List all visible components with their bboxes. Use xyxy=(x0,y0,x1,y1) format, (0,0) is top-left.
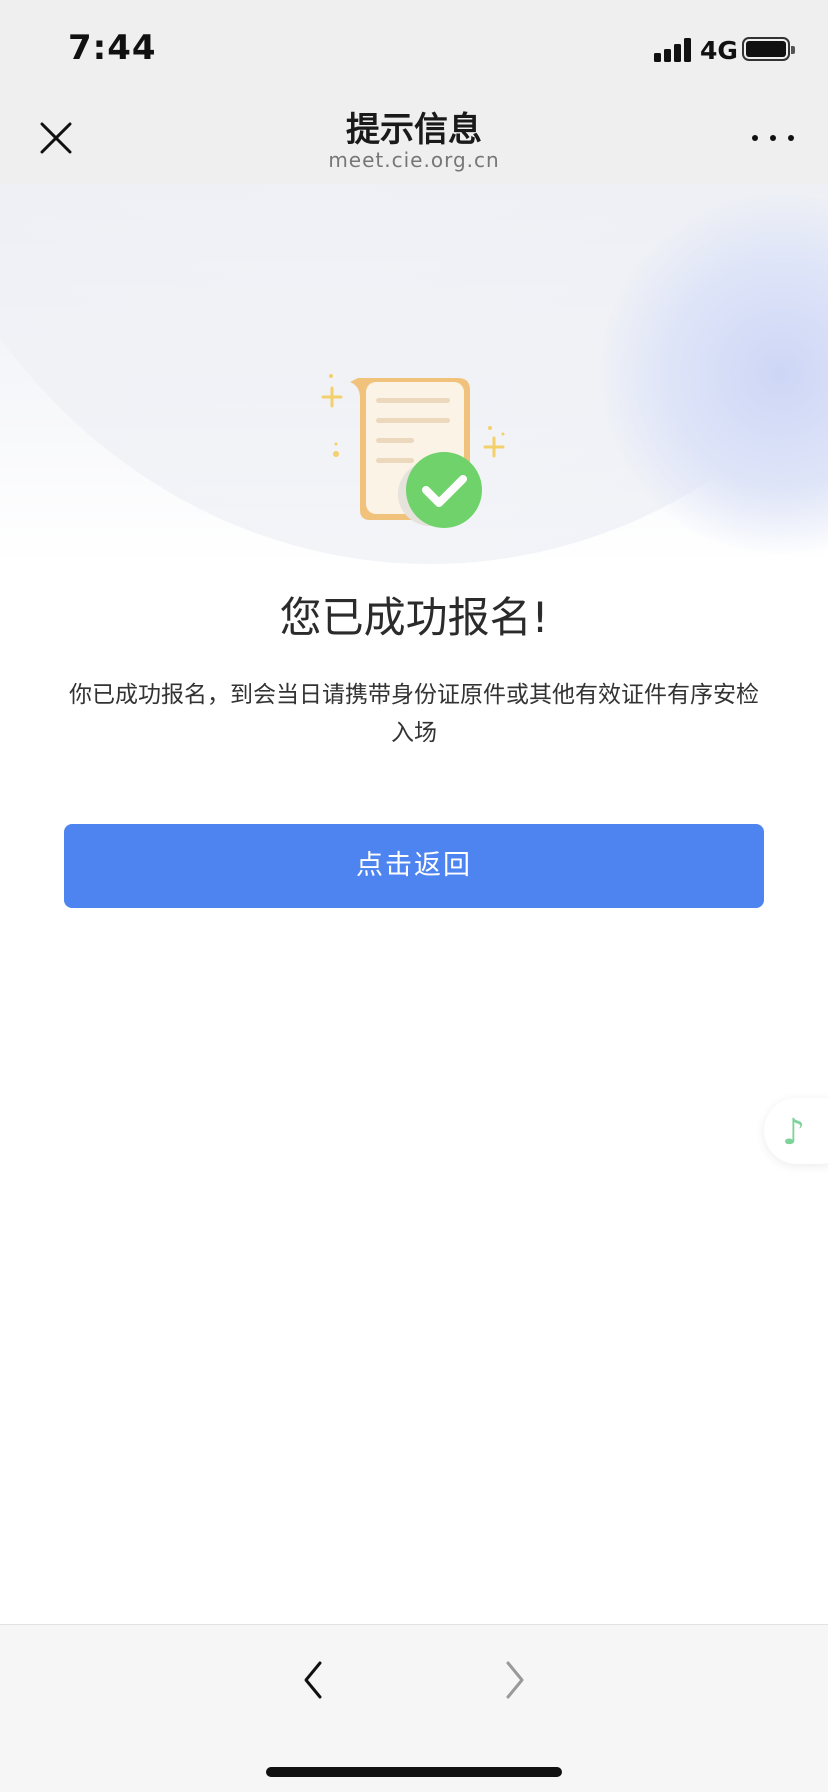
back-arrow-icon[interactable] xyxy=(296,1655,330,1705)
main-content: 您已成功报名! 你已成功报名，到会当日请携带身份证原件或其他有效证件有序安检入场… xyxy=(0,184,828,1624)
success-title: 您已成功报名! xyxy=(279,593,549,642)
music-note-icon: ♪ xyxy=(782,1112,805,1153)
status-time: 7:44 xyxy=(68,28,157,68)
forward-arrow-icon[interactable] xyxy=(498,1655,532,1705)
home-indicator xyxy=(266,1767,562,1777)
battery-icon xyxy=(742,37,795,61)
return-button[interactable]: 点击返回 xyxy=(64,824,764,908)
page-title: 提示信息 xyxy=(346,110,482,150)
page-domain: meet.cie.org.cn xyxy=(328,148,500,172)
music-float-button[interactable]: ♪ xyxy=(764,1098,828,1164)
status-bar: 7:44 4G xyxy=(0,0,828,92)
nav-bar: 提示信息 meet.cie.org.cn xyxy=(0,92,828,184)
bottom-toolbar xyxy=(0,1624,828,1792)
more-icon[interactable] xyxy=(748,130,798,146)
network-label: 4G xyxy=(700,36,738,65)
success-description: 你已成功报名，到会当日请携带身份证原件或其他有效证件有序安检入场 xyxy=(69,682,759,746)
signal-icon xyxy=(654,38,692,62)
document-check-icon xyxy=(318,368,510,528)
